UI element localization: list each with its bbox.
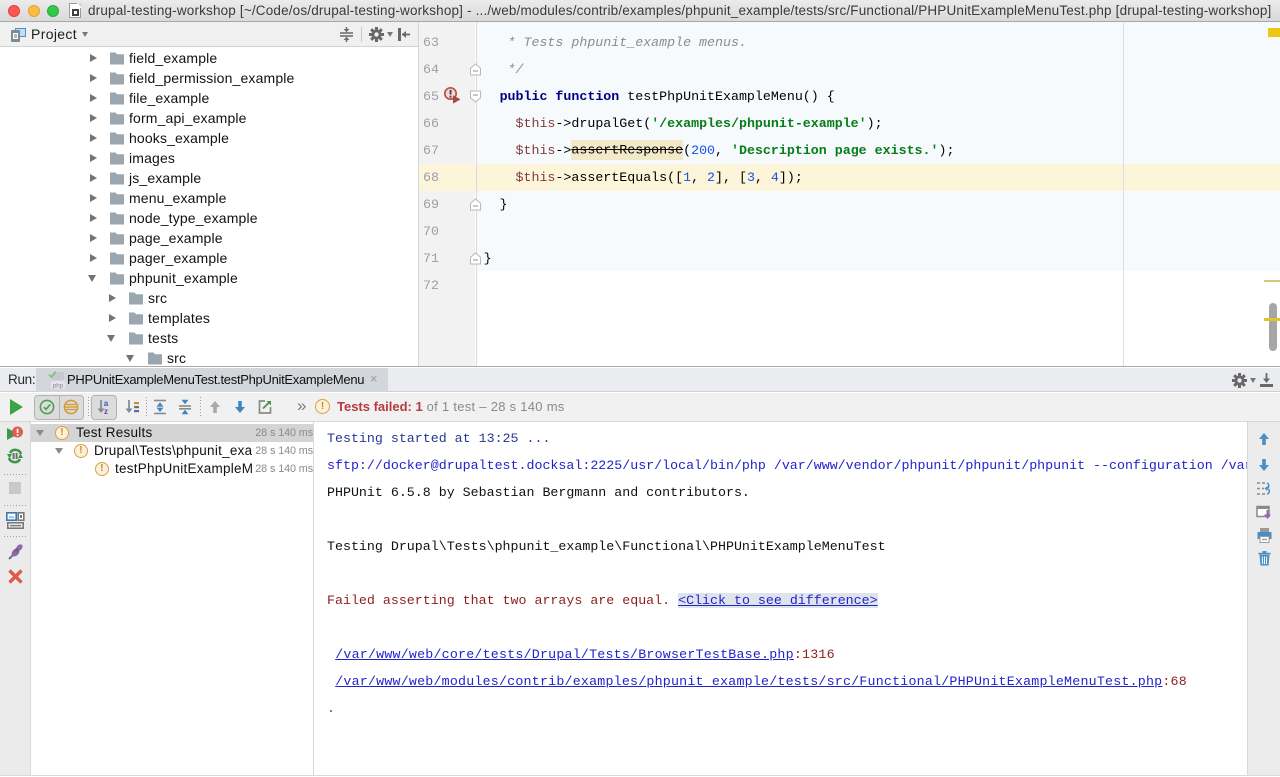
svg-text:php: php (53, 382, 64, 389)
svg-text:z: z (104, 407, 108, 415)
